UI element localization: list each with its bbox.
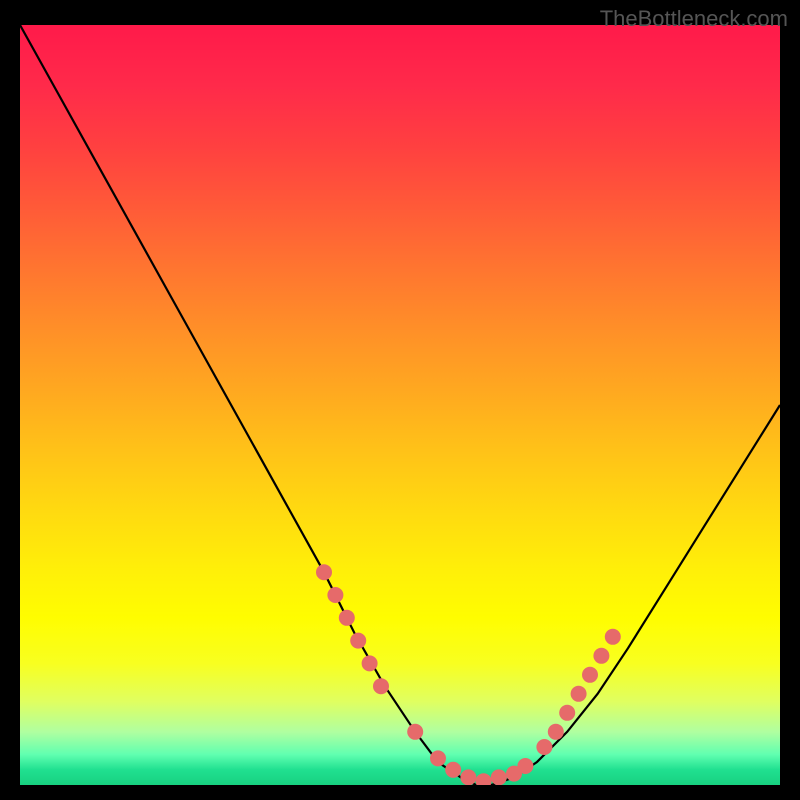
curve-marker [327, 587, 343, 603]
curve-marker [476, 773, 492, 785]
curve-marker [407, 724, 423, 740]
curve-marker [571, 686, 587, 702]
chart-svg [20, 25, 780, 785]
curve-marker [517, 758, 533, 774]
plot-area [20, 25, 780, 785]
curve-marker [548, 724, 564, 740]
curve-marker [362, 655, 378, 671]
curve-markers [316, 564, 621, 785]
curve-marker [491, 769, 507, 785]
bottleneck-curve [20, 25, 780, 785]
curve-marker [536, 739, 552, 755]
curve-marker [605, 629, 621, 645]
curve-marker [445, 762, 461, 778]
curve-marker [339, 610, 355, 626]
curve-marker [582, 667, 598, 683]
curve-marker [593, 648, 609, 664]
curve-marker [460, 769, 476, 785]
watermark-text: TheBottleneck.com [600, 6, 788, 32]
curve-marker [350, 633, 366, 649]
curve-marker [559, 705, 575, 721]
curve-marker [373, 678, 389, 694]
curve-marker [430, 750, 446, 766]
curve-marker [316, 564, 332, 580]
